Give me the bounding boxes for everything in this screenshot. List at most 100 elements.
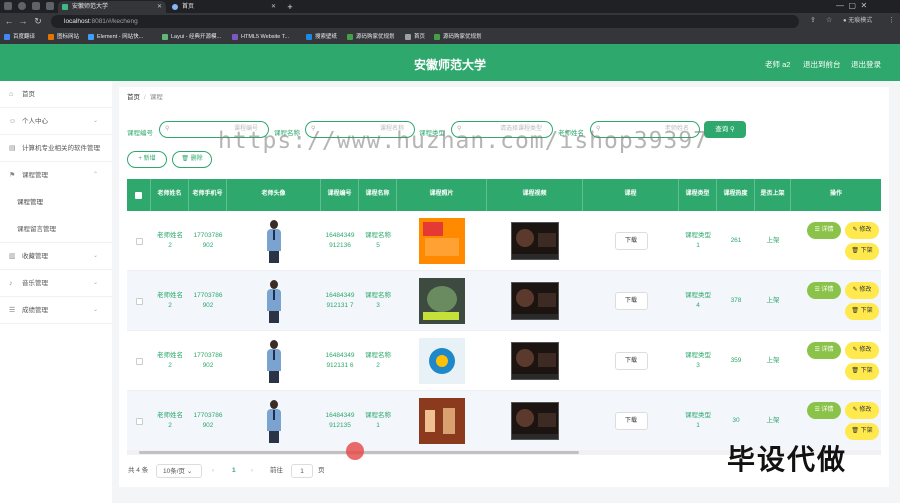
column-header: 课程类型 <box>679 179 717 211</box>
course-video-thumbnail[interactable] <box>487 271 583 331</box>
flag-icon: ⚑ <box>9 172 16 179</box>
teacher-avatar <box>227 391 321 451</box>
search-label: 课程编号 <box>127 130 153 137</box>
detail-button[interactable]: ☰ 详情 <box>807 342 841 359</box>
chevron-down-icon: ⌄ <box>92 253 98 259</box>
teacher-avatar <box>227 211 321 271</box>
window-controls[interactable]: — ▢ ✕ <box>836 0 867 12</box>
bookmark-item[interactable]: 源码购家优规划 <box>347 32 395 42</box>
column-header: 课程热度 <box>717 179 755 211</box>
column-header: 课程 <box>583 179 679 211</box>
select-all-checkbox[interactable] <box>127 179 151 211</box>
remove-button[interactable]: 🗑 下架 <box>845 363 879 380</box>
course-heat-cell: 378 <box>730 296 742 304</box>
course-name-cell: 课程名称5 <box>365 231 391 249</box>
sidebar-item-music[interactable]: ♪ 音乐管理 ⌄ <box>0 270 112 297</box>
table-row: 老师姓名2 17703786902 16484349912136 课程名称5 下… <box>127 211 881 271</box>
goto-page-input[interactable]: 1 <box>291 464 313 478</box>
download-cell: 下载 <box>583 271 679 331</box>
address-input[interactable]: localhost:8081/#/kecheng <box>51 15 799 28</box>
mouse-cursor-indicator <box>346 442 364 460</box>
star-icon[interactable]: ☆ <box>826 15 832 27</box>
window-menu-icon[interactable] <box>4 2 12 10</box>
column-header: 课程照片 <box>397 179 487 211</box>
add-button[interactable]: + 新增 <box>127 151 167 168</box>
download-button[interactable]: 下载 <box>614 232 648 250</box>
document-icon: ▤ <box>9 145 16 152</box>
row-checkbox[interactable] <box>127 211 151 271</box>
breadcrumb-home[interactable]: 首页 <box>127 94 140 101</box>
course-video-thumbnail[interactable] <box>487 331 583 391</box>
logout-link[interactable]: 退出登录 <box>851 59 881 70</box>
chart-icon: ▥ <box>9 253 16 260</box>
detail-button[interactable]: ☰ 详情 <box>807 402 841 419</box>
edit-button[interactable]: ✎ 修改 <box>845 342 879 359</box>
share-icon[interactable]: ⇪ <box>810 15 816 27</box>
remove-button[interactable]: 🗑 下架 <box>845 303 879 320</box>
bookmark-item[interactable]: HTML5 Website T... <box>232 32 289 42</box>
bookmark-item[interactable]: 图标网站 <box>48 32 79 42</box>
sidebar-item-favorites[interactable]: ▥ 收藏管理 ⌄ <box>0 243 112 270</box>
next-page-icon[interactable]: › <box>251 464 253 478</box>
detail-button[interactable]: ☰ 详情 <box>807 282 841 299</box>
download-button[interactable]: 下载 <box>614 412 648 430</box>
row-checkbox[interactable] <box>127 331 151 391</box>
search-button[interactable]: 查询 ⚲ <box>704 121 746 138</box>
user-name-link[interactable]: 老师 a2 <box>765 59 790 70</box>
sidebar-item-profile[interactable]: ☺ 个人中心 ⌄ <box>0 108 112 135</box>
reload-icon[interactable]: ↻ <box>32 15 44 27</box>
course-name-cell: 课程名称3 <box>365 291 391 309</box>
teacher-name-cell: 老师姓名2 <box>157 291 183 309</box>
remove-button[interactable]: 🗑 下架 <box>845 243 879 260</box>
incognito-profile-button[interactable]: ● 无痕模式 <box>843 15 872 27</box>
sidebar-subitem-course[interactable]: 课程管理 <box>0 189 112 216</box>
course-video-thumbnail[interactable] <box>487 211 583 271</box>
back-to-frontend-link[interactable]: 退出到前台 <box>803 59 841 70</box>
download-button[interactable]: 下载 <box>614 292 648 310</box>
prev-page-icon[interactable]: ‹ <box>212 464 214 478</box>
forward-icon[interactable]: → <box>17 15 29 27</box>
row-checkbox[interactable] <box>127 271 151 331</box>
row-checkbox[interactable] <box>127 391 151 451</box>
sidebar-item-grades[interactable]: ☰ 成绩管理 ⌄ <box>0 297 112 324</box>
detail-button[interactable]: ☰ 详情 <box>807 222 841 239</box>
course-photo <box>397 331 487 391</box>
edit-button[interactable]: ✎ 修改 <box>845 282 879 299</box>
delete-button[interactable]: 🗑 删除 <box>172 151 212 168</box>
sidebar-item-software[interactable]: ▤ 计算机专业相关的软件管理 <box>0 135 112 162</box>
edit-button[interactable]: ✎ 修改 <box>845 402 879 419</box>
watermark-text: https://www.huzhan.com/ishop39397 <box>218 128 708 154</box>
back-icon[interactable]: ← <box>3 15 15 27</box>
tab-search-icon[interactable] <box>46 2 54 10</box>
remove-button[interactable]: 🗑 下架 <box>845 423 879 440</box>
profile-icon[interactable] <box>18 2 26 10</box>
page-size-select[interactable]: 10条/页 ⌄ <box>156 464 202 478</box>
close-tab-icon[interactable]: ✕ <box>271 1 276 13</box>
browser-tab[interactable]: 首页 ✕ <box>168 1 280 13</box>
course-video-thumbnail[interactable] <box>487 391 583 451</box>
browser-tab-active[interactable]: 安徽师范大学 ✕ <box>58 1 166 13</box>
sidebar-subitem-course-comments[interactable]: 课程留言管理 <box>0 216 112 243</box>
sidebar-item-course[interactable]: ⚑ 课程管理 ⌃ <box>0 162 112 189</box>
download-button[interactable]: 下载 <box>614 352 648 370</box>
workspaces-icon[interactable] <box>32 2 40 10</box>
sidebar-item-home[interactable]: ⌂ 首页 <box>0 81 112 108</box>
bookmark-item[interactable]: Element - 网站快... <box>88 32 143 42</box>
table-row: 老师姓名2 17703786902 16484349912131 6 课程名称2… <box>127 331 881 391</box>
column-header: 是否上架 <box>755 179 791 211</box>
column-header: 老师头像 <box>227 179 321 211</box>
course-name-cell: 课程名称2 <box>365 351 391 369</box>
bookmark-item[interactable]: Layui - 经典开源模... <box>162 32 221 42</box>
bookmark-item[interactable]: 首页 <box>405 32 425 42</box>
teacher-name-cell: 老师姓名2 <box>157 351 183 369</box>
menu-icon[interactable]: ⋮ <box>888 15 895 27</box>
bookmark-item[interactable]: 源码购家优规划 <box>434 32 482 42</box>
edit-button[interactable]: ✎ 修改 <box>845 222 879 239</box>
address-bar-row: ← → ↻ localhost:8081/#/kecheng ⇪ ☆ ● 无痕模… <box>0 13 900 30</box>
new-tab-button[interactable]: + <box>283 1 297 13</box>
current-page[interactable]: 1 <box>232 464 236 478</box>
bookmark-item[interactable]: 百度翻译 <box>4 32 35 42</box>
teacher-name-cell: 老师姓名2 <box>157 411 183 429</box>
bookmark-item[interactable]: 搜索壁纸 <box>306 32 337 42</box>
close-tab-icon[interactable]: ✕ <box>157 1 162 13</box>
